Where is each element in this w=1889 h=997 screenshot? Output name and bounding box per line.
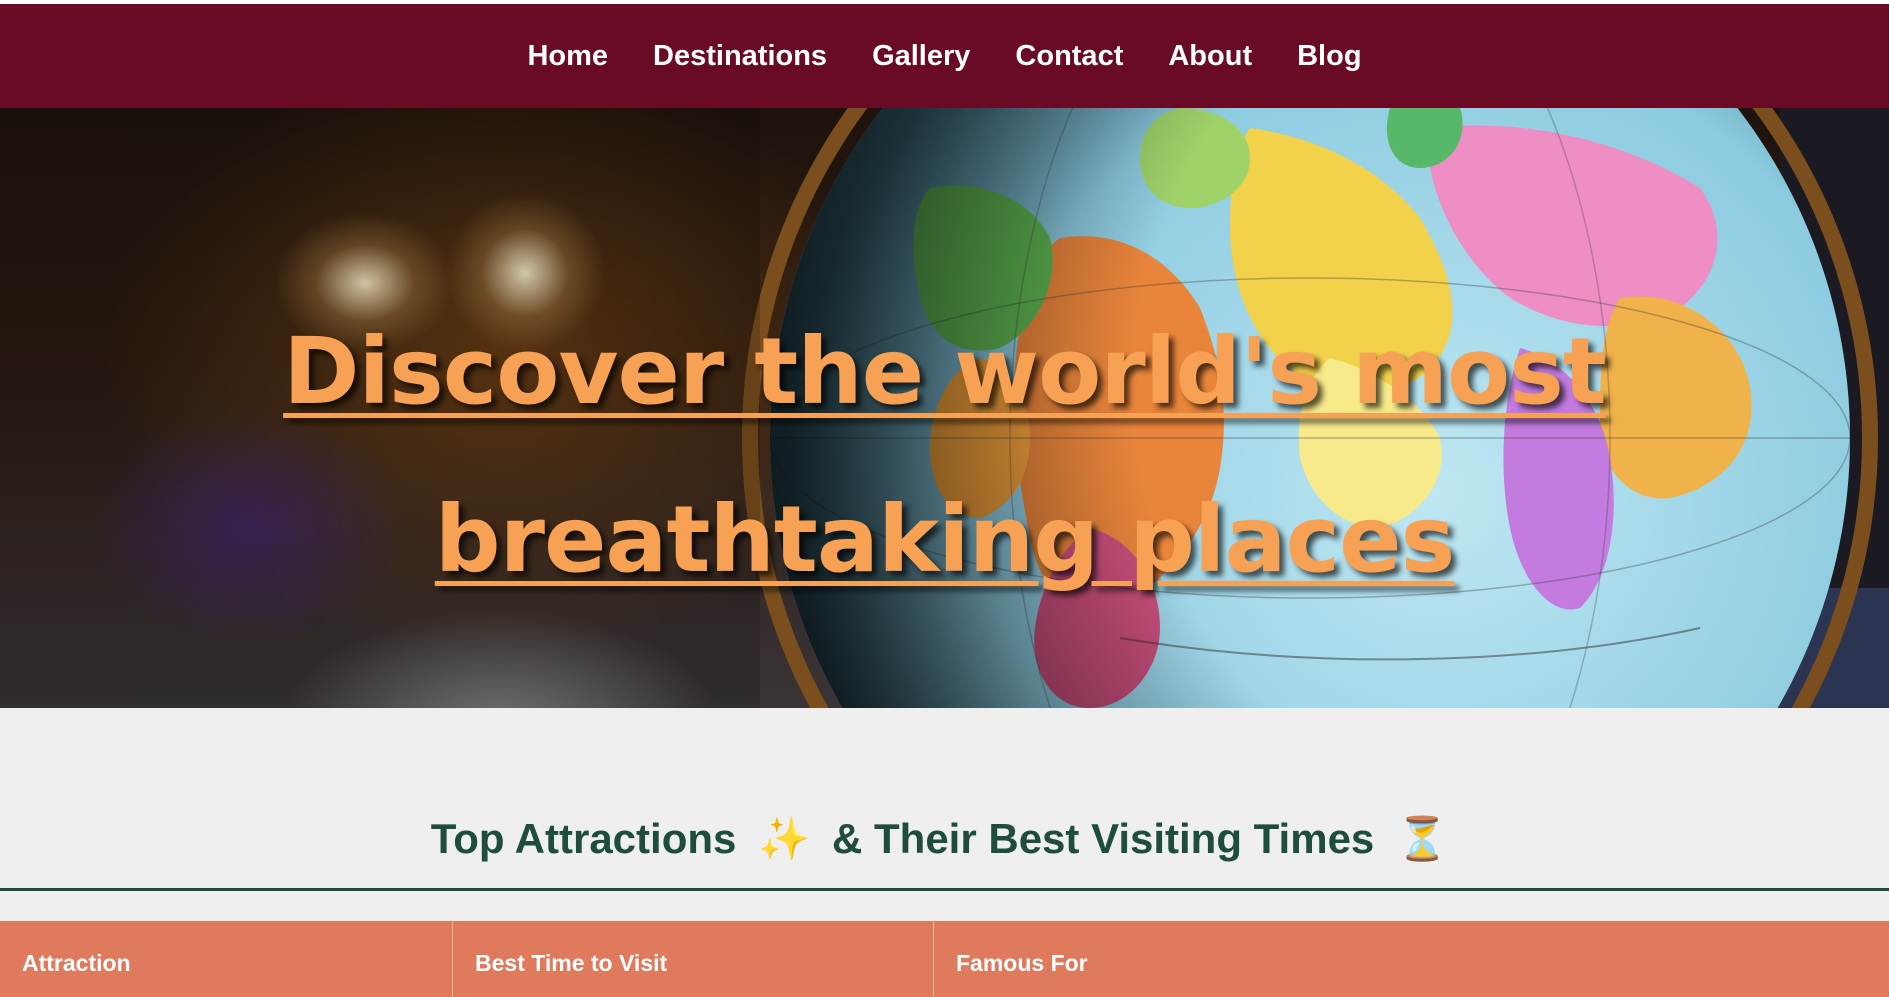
column-header-best-time: Best Time to Visit: [452, 921, 934, 997]
nav-about-link[interactable]: About: [1168, 40, 1252, 73]
table-header-row: Attraction Best Time to Visit Famous For: [0, 921, 1889, 997]
nav-contact-link[interactable]: Contact: [1015, 40, 1123, 73]
section-title-text-1: Top Attractions: [430, 815, 737, 862]
hero-banner: Discover the world's most breathtaking p…: [0, 108, 1889, 708]
main-navbar: Home Destinations Gallery Contact About …: [0, 4, 1889, 108]
section-title-text-2: & Their Best Visiting Times: [832, 815, 1375, 862]
section-divider: [0, 888, 1889, 891]
column-header-famous-for: Famous For: [933, 921, 1889, 997]
nav-destinations-link[interactable]: Destinations: [653, 40, 827, 73]
section-title: Top Attractions ✨ & Their Best Visiting …: [0, 708, 1889, 866]
nav-blog-link[interactable]: Blog: [1297, 40, 1361, 73]
hero-title[interactable]: Discover the world's most breathtaking p…: [235, 288, 1655, 624]
attractions-table: Attraction Best Time to Visit Famous For: [0, 921, 1889, 997]
hourglass-icon: ⏳: [1395, 814, 1449, 863]
sparkles-icon: ✨: [758, 814, 811, 863]
column-header-attraction: Attraction: [0, 921, 453, 997]
nav-gallery-link[interactable]: Gallery: [872, 40, 970, 73]
nav-home-link[interactable]: Home: [527, 40, 608, 73]
